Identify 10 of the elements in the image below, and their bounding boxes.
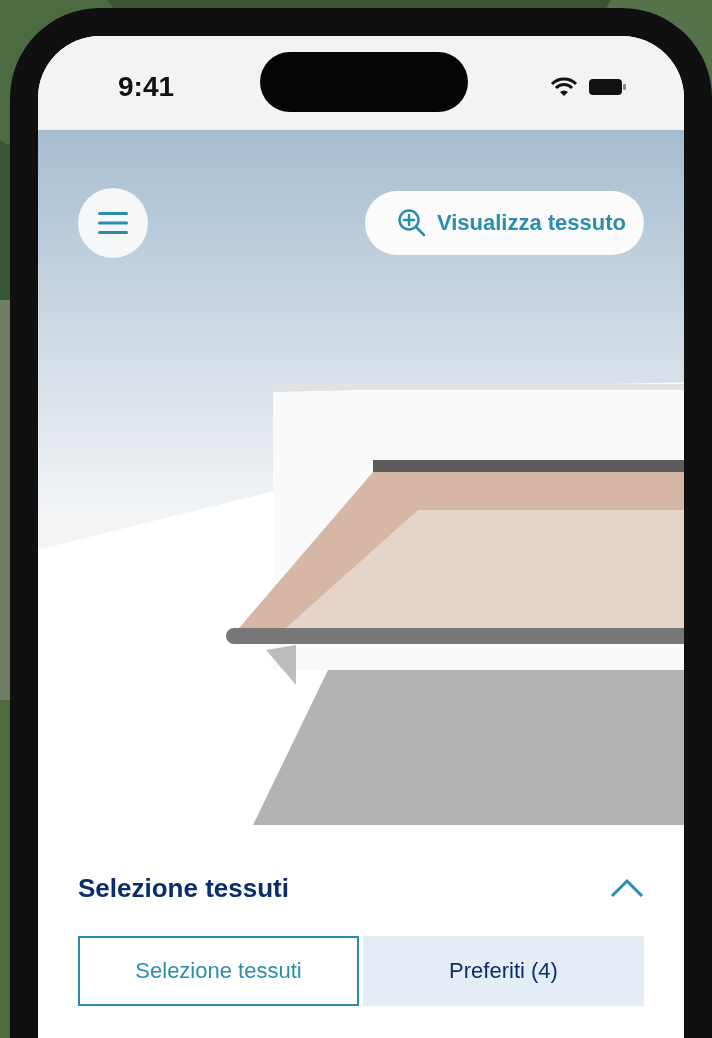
- status-time: 9:41: [118, 71, 175, 103]
- panel-title: Selezione tessuti: [78, 872, 289, 904]
- tab[interactable]: Preferiti (4): [363, 936, 644, 1006]
- battery-icon: [588, 77, 628, 97]
- menu-icon: [98, 211, 128, 235]
- wifi-icon: [550, 77, 578, 97]
- tab[interactable]: Selezione tessuti: [78, 936, 359, 1006]
- view-fabric-button[interactable]: Visualizza tessuto: [364, 191, 644, 255]
- zoom-in-icon: [396, 208, 427, 238]
- chevron-up-icon[interactable]: [610, 878, 644, 898]
